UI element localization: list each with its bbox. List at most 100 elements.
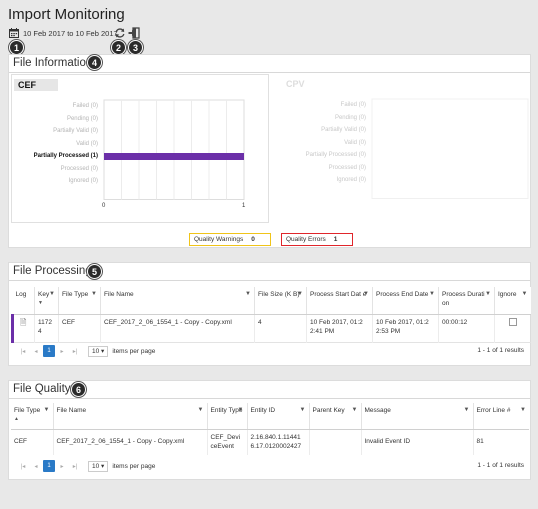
cpv-chart: CPV Failed (0) Pending (0) Partially Valid… (276, 74, 530, 223)
panel-divider (9, 280, 530, 281)
category-label: Processed (0) (328, 164, 366, 171)
file-name-cell: CEF_2017_2_06_1554_1 - Copy - Copy.xml (100, 314, 255, 342)
filter-icon[interactable]: ▼ (300, 406, 306, 415)
column-header-process-start[interactable]: Process Start Dat e ▼ (306, 287, 373, 315)
next-page-icon[interactable]: ▸ (56, 345, 68, 357)
cef-chart: CEF Failed (0) Pending (0) Partially Valid… (11, 74, 269, 223)
message-cell: Invalid Event ID (361, 429, 474, 455)
callout-badge-1: 1 (9, 40, 24, 55)
file-size-cell: 4 (254, 314, 307, 342)
log-cell[interactable]: 🗎 (11, 314, 35, 342)
column-header-message[interactable]: Message ▼ (361, 403, 474, 430)
cpv-bar-chart (371, 98, 529, 199)
items-per-page-label: items per page (112, 462, 156, 470)
last-page-icon[interactable]: ▸| (69, 345, 81, 357)
date-range-picker[interactable]: 10 Feb 2017 to 10 Feb 2017 (9, 27, 118, 39)
column-header-log[interactable]: Log (12, 287, 35, 315)
quality-errors-value: 1 (333, 236, 338, 243)
filter-icon[interactable]: ▼ (44, 406, 50, 415)
date-range-text[interactable]: 10 Feb 2017 to 10 Feb 2017 (23, 29, 118, 38)
key-cell: 1172 4 (34, 314, 59, 342)
pager-summary: 1 - 1 of 1 results (477, 462, 524, 469)
filter-icon[interactable]: ▼ (91, 290, 97, 299)
file-quality-panel: File Quality 6 File Type ▼ ▲ File Name ▼ En… (8, 380, 531, 480)
file-processing-table: Log Key ▼ ▼ File Type ▼ File Name ▼ File Siz… (11, 287, 531, 343)
filter-icon[interactable]: ▼ (520, 406, 526, 415)
column-header-process-end[interactable]: Process End Date ▼ (372, 287, 439, 315)
column-header-parent-key[interactable]: Parent Key ▼ (309, 403, 362, 430)
category-label: Partially Valid (0) (321, 127, 366, 133)
parent-key-cell (309, 429, 362, 455)
filter-icon[interactable]: ▼ (352, 406, 358, 415)
category-label: Pending (0) (334, 114, 366, 121)
calendar-icon[interactable] (9, 28, 19, 38)
file-type-cell: CEF (11, 429, 54, 455)
category-label: Ignored (0) (336, 177, 366, 183)
file-quality-pager: |◂ ◂ 1 ▸ ▸| 10 ▾ items per page (17, 458, 155, 474)
quality-warnings-label: Quality Warnings (194, 236, 244, 243)
first-page-icon[interactable]: |◂ (17, 460, 29, 472)
filter-icon[interactable]: ▼ (363, 290, 369, 299)
process-start-cell: 10 Feb 2017, 01:2 2:41 PM (306, 314, 373, 342)
column-header-file-type[interactable]: File Type ▼ ▲ (11, 403, 54, 430)
file-processing-panel: File Processing 5 Log Key ▼ ▼ File Type ▼ F… (8, 262, 531, 366)
page-1-button[interactable]: 1 (43, 460, 55, 472)
filter-icon[interactable]: ▼ (297, 290, 303, 299)
page-title: Import Monitoring (8, 6, 125, 23)
category-label: Pending (0) (66, 115, 98, 122)
entity-type-cell: CEF_Devi ceEvent (207, 429, 248, 455)
column-header-error-line[interactable]: Error Line # ▼ (473, 403, 529, 430)
column-header-file-name[interactable]: File Name ▼ (53, 403, 208, 430)
sort-asc-icon: ▲ (14, 416, 19, 422)
filter-icon[interactable]: ▼ (464, 406, 470, 415)
column-header-ignore[interactable]: Ignore ▼ (494, 287, 531, 315)
page-size-select[interactable]: 10 ▾ (88, 460, 109, 472)
document-icon[interactable]: 🗎 (20, 318, 26, 327)
filter-icon[interactable]: ▼ (245, 290, 251, 299)
column-header-file-type[interactable]: File Type ▼ (58, 287, 101, 315)
x-tick-label: 1 (242, 202, 246, 209)
error-line-cell: 81 (476, 437, 484, 445)
file-information-panel: File Information 4 CEF Failed (0) Pending… (8, 54, 531, 248)
page-1-button[interactable]: 1 (43, 345, 55, 357)
category-label: Ignored (0) (68, 178, 98, 184)
last-page-icon[interactable]: ▸| (69, 460, 81, 472)
file-information-title: File Information (13, 57, 93, 69)
category-label: Partially Valid (0) (53, 128, 98, 134)
filter-icon[interactable]: ▼ (49, 290, 55, 299)
refresh-icon[interactable] (114, 27, 126, 39)
ignore-checkbox[interactable] (508, 317, 517, 326)
quality-errors-badge[interactable]: Quality Errors 1 (281, 233, 353, 246)
column-header-entity-type[interactable]: Entity Type ▼ (207, 403, 248, 430)
cef-bar-chart (103, 99, 245, 200)
category-label: Failed (0) (340, 102, 366, 108)
items-per-page-label: items per page (112, 347, 156, 355)
file-processing-title: File Processing (13, 265, 92, 277)
column-header-file-size[interactable]: File Size (K B) ▼ (254, 287, 307, 315)
filter-icon[interactable]: ▼ (429, 290, 435, 299)
filter-icon[interactable]: ▼ (485, 290, 491, 299)
column-header-entity-id[interactable]: Entity ID ▼ (247, 403, 310, 430)
quality-errors-label: Quality Errors (286, 236, 326, 243)
column-header-process-duration[interactable]: Process Durati on ▼ (438, 287, 495, 315)
next-page-icon[interactable]: ▸ (56, 460, 68, 472)
page-size-select[interactable]: 10 ▾ (88, 345, 109, 357)
filter-icon[interactable]: ▼ (198, 406, 204, 415)
bar-partially-processed[interactable] (104, 153, 244, 160)
prev-page-icon[interactable]: ◂ (30, 460, 42, 472)
filter-icon[interactable]: ▼ (238, 406, 244, 415)
ignore-cell (495, 314, 531, 342)
export-icon[interactable] (128, 27, 140, 39)
file-type-cell: CEF (58, 314, 101, 342)
table-row[interactable]: 🗎 1172 4 CEF CEF_2017_2_06_1554_1 - Copy… (11, 314, 531, 342)
quality-warnings-badge[interactable]: Quality Warnings 0 (189, 233, 271, 246)
column-header-key[interactable]: Key ▼ ▼ (34, 287, 59, 315)
process-duration-cell: 00:00:12 (438, 314, 495, 342)
quality-warnings-value: 0 (251, 236, 255, 243)
prev-page-icon[interactable]: ◂ (30, 345, 42, 357)
filter-icon[interactable]: ▼ (522, 290, 528, 299)
process-end-cell: 10 Feb 2017, 01:2 2:53 PM (372, 314, 439, 342)
first-page-icon[interactable]: |◂ (17, 345, 29, 357)
table-row[interactable]: CEF CEF_2017_2_06_1554_1 - Copy - Copy.x… (11, 429, 529, 455)
column-header-file-name[interactable]: File Name ▼ (100, 287, 255, 315)
